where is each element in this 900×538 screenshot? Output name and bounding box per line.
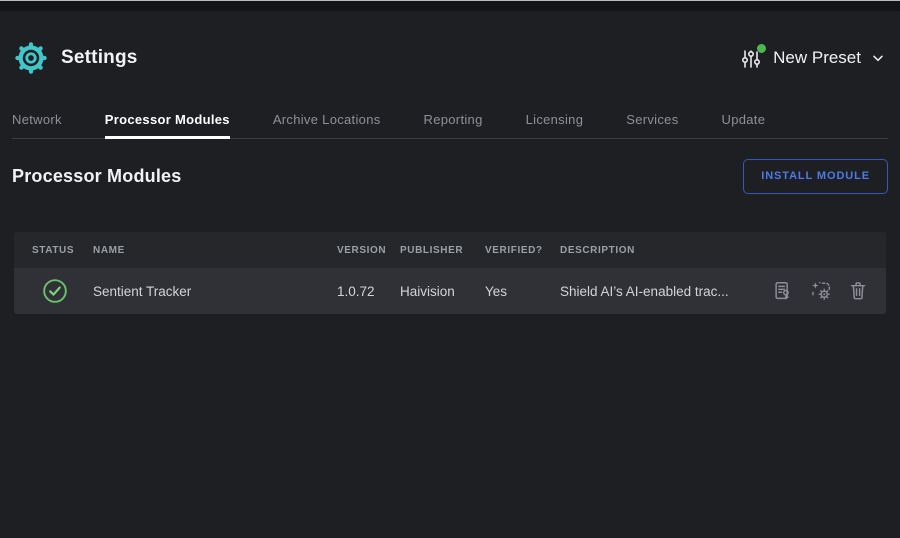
license-icon[interactable] [772, 280, 794, 302]
table-row: Sentient Tracker 1.0.72 Haivision Yes Sh… [14, 268, 886, 314]
status-cell [14, 278, 93, 304]
col-verified: VERIFIED? [485, 245, 560, 256]
row-actions [750, 280, 886, 302]
col-publisher: PUBLISHER [400, 245, 485, 256]
app-header: Settings New Preset [14, 38, 886, 78]
tab-update[interactable]: Update [722, 100, 766, 138]
page-title: Settings [61, 47, 138, 69]
col-description: DESCRIPTION [560, 245, 750, 256]
col-version: VERSION [337, 245, 400, 256]
processor-modules-table: STATUS NAME VERSION PUBLISHER VERIFIED? … [14, 232, 886, 314]
check-circle-icon [42, 278, 68, 304]
tab-processor-modules[interactable]: Processor Modules [105, 100, 230, 138]
settings-tab-bar: Network Processor Modules Archive Locati… [12, 100, 888, 139]
preset-status-dot [757, 44, 766, 53]
preset-dropdown[interactable]: New Preset [740, 45, 886, 71]
window-top-strip [0, 1, 900, 11]
section-header: Processor Modules INSTALL MODULE [12, 158, 888, 194]
col-name: NAME [93, 245, 337, 256]
tab-licensing[interactable]: Licensing [526, 100, 584, 138]
preset-sliders-icon [740, 45, 764, 71]
module-name: Sentient Tracker [93, 284, 337, 299]
tab-services[interactable]: Services [626, 100, 678, 138]
module-verified: Yes [485, 284, 560, 299]
tab-network[interactable]: Network [12, 100, 62, 138]
module-settings-icon[interactable] [810, 280, 832, 302]
delete-icon[interactable] [848, 280, 870, 302]
preset-name: New Preset [773, 48, 861, 68]
section-title: Processor Modules [12, 166, 181, 187]
module-publisher: Haivision [400, 284, 485, 299]
module-version: 1.0.72 [337, 284, 400, 299]
module-description: Shield AI’s AI-enabled trac... [560, 284, 750, 299]
settings-gear-icon [14, 41, 48, 75]
col-status: STATUS [14, 245, 93, 256]
install-module-button[interactable]: INSTALL MODULE [743, 159, 888, 194]
tab-reporting[interactable]: Reporting [424, 100, 483, 138]
table-header-row: STATUS NAME VERSION PUBLISHER VERIFIED? … [14, 232, 886, 268]
tab-archive-locations[interactable]: Archive Locations [273, 100, 381, 138]
chevron-down-icon [870, 50, 886, 66]
